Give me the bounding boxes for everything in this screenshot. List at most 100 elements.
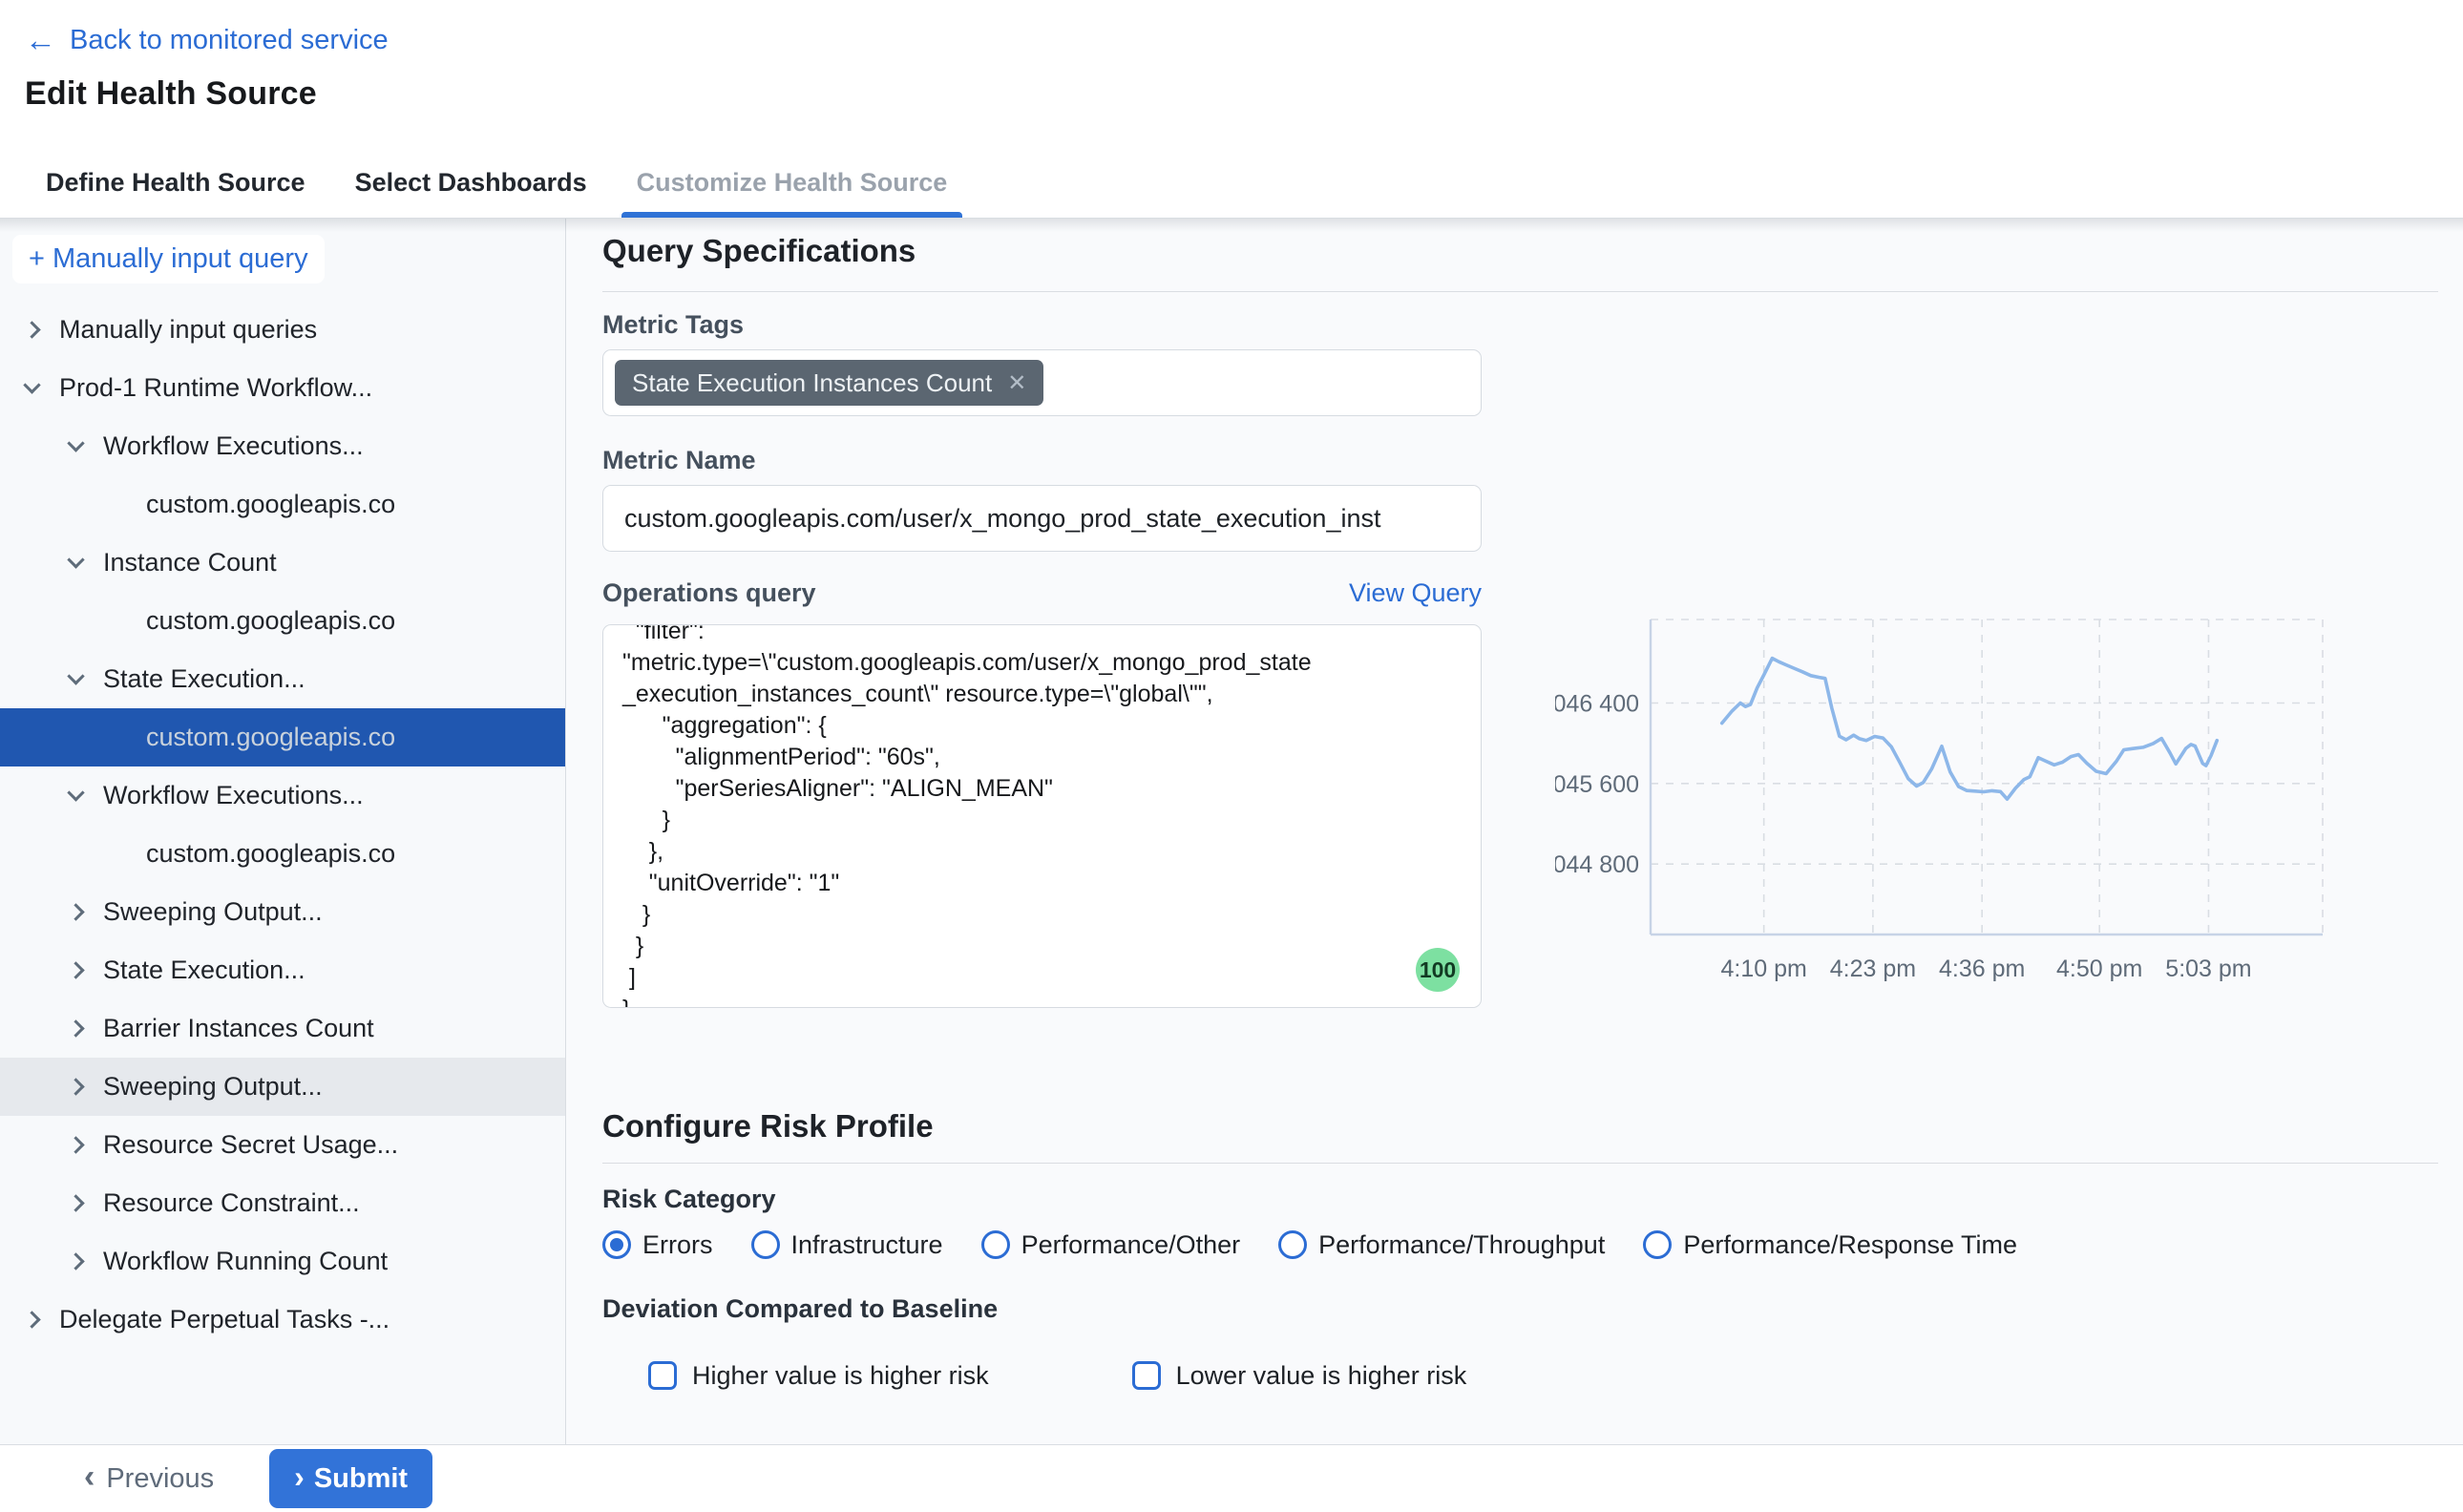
tree-item[interactable]: Sweeping Output...	[0, 1058, 565, 1116]
risk-category-option[interactable]: Performance/Other	[981, 1230, 1241, 1260]
page-title: Edit Health Source	[25, 75, 2463, 113]
tree-item[interactable]: Manually input queries	[0, 301, 565, 359]
metric-tags-label: Metric Tags	[602, 311, 2438, 338]
chip-remove-icon[interactable]: ✕	[1007, 369, 1026, 397]
configure-risk-profile-title: Configure Risk Profile	[602, 1107, 2438, 1145]
operations-query-row: Operations query View Query	[602, 578, 1482, 611]
radio-icon[interactable]	[981, 1230, 1010, 1259]
query-specifications-title: Query Specifications	[602, 232, 2438, 270]
tree-item-label: custom.googleapis.co	[146, 606, 395, 636]
tree-item[interactable]: Delegate Perpetual Tasks -...	[0, 1291, 565, 1349]
submit-button[interactable]: › Submit	[269, 1449, 432, 1508]
tree-item-label: Manually input queries	[59, 315, 317, 345]
tree-item[interactable]: Workflow Executions...	[0, 766, 565, 825]
tree-item[interactable]: Prod-1 Runtime Workflow...	[0, 359, 565, 417]
tree-item[interactable]: Instance Count	[0, 534, 565, 592]
operations-query-text: "filter": "metric.type=\"custom.googleap…	[622, 624, 1462, 1008]
chevron-right-icon[interactable]	[67, 1019, 84, 1037]
tree-item-label: Prod-1 Runtime Workflow...	[59, 373, 372, 403]
radio-label: Infrastructure	[791, 1230, 943, 1260]
tree-item[interactable]: Barrier Instances Count	[0, 999, 565, 1058]
deviation-checkbox[interactable]: Higher value is higher risk	[648, 1361, 989, 1391]
tree-item[interactable]: State Execution...	[0, 650, 565, 708]
chevron-down-icon[interactable]	[67, 667, 84, 684]
tree-item-label: Delegate Perpetual Tasks -...	[59, 1305, 389, 1334]
chevron-right-icon[interactable]	[67, 1136, 84, 1153]
view-query-link[interactable]: View Query	[1349, 578, 1482, 608]
footer-bar: ‹ Previous › Submit	[0, 1444, 2463, 1512]
metric-tag-chip[interactable]: State Execution Instances Count ✕	[615, 360, 1043, 406]
chevron-right-icon[interactable]	[67, 1252, 84, 1270]
chevron-right-icon[interactable]	[23, 321, 40, 338]
deviation-baseline-label: Deviation Compared to Baseline	[602, 1294, 2438, 1324]
tree-item-label: Instance Count	[103, 548, 277, 578]
tab-customize-health-source[interactable]: Customize Health Source	[637, 148, 948, 218]
chevron-right-icon[interactable]	[67, 1194, 84, 1211]
chevron-down-icon[interactable]	[23, 376, 40, 393]
radio-label: Performance/Response Time	[1683, 1230, 2017, 1260]
metric-name-input[interactable]: custom.googleapis.com/user/x_mongo_prod_…	[602, 485, 1482, 552]
chevron-right-icon[interactable]	[67, 903, 84, 920]
back-link[interactable]: ← Back to monitored service	[25, 25, 389, 56]
chevron-left-icon: ‹	[84, 1460, 95, 1493]
tree-item[interactable]: State Execution...	[0, 941, 565, 999]
query-score-badge: 100	[1416, 948, 1460, 992]
tree-item[interactable]: custom.googleapis.co	[0, 592, 565, 650]
tree-item[interactable]: Sweeping Output...	[0, 883, 565, 941]
checkbox-icon[interactable]	[1132, 1361, 1161, 1390]
radio-icon[interactable]	[1278, 1230, 1307, 1259]
svg-text:36 045 600: 36 045 600	[1555, 771, 1639, 798]
operations-query-editor[interactable]: "filter": "metric.type=\"custom.googleap…	[602, 624, 1482, 1008]
metric-preview-chart: 36 046 40036 045 60036 044 8004:10 pm4:2…	[1555, 610, 2338, 992]
tree-item-label: custom.googleapis.co	[146, 839, 395, 869]
tree-item[interactable]: Workflow Executions...	[0, 417, 565, 475]
svg-text:36 044 800: 36 044 800	[1555, 851, 1639, 878]
chevron-down-icon[interactable]	[67, 551, 84, 568]
checkbox-label: Lower value is higher risk	[1176, 1361, 1467, 1391]
tree-item[interactable]: Workflow Running Count	[0, 1232, 565, 1291]
radio-icon[interactable]	[1643, 1230, 1672, 1259]
content-area: + Manually input query Manually input qu…	[0, 219, 2463, 1444]
chevron-right-icon[interactable]	[67, 1078, 84, 1095]
tree-item-label: Workflow Executions...	[103, 781, 364, 810]
risk-category-option[interactable]: Performance/Throughput	[1278, 1230, 1605, 1260]
risk-category-option[interactable]: Infrastructure	[751, 1230, 943, 1260]
back-arrow-icon: ←	[25, 24, 56, 55]
chevron-down-icon[interactable]	[67, 434, 84, 452]
tree-item[interactable]: custom.googleapis.co	[0, 825, 565, 883]
previous-button[interactable]: ‹ Previous	[84, 1462, 214, 1495]
chevron-down-icon[interactable]	[67, 784, 84, 801]
query-tree-sidebar: + Manually input query Manually input qu…	[0, 219, 566, 1444]
risk-category-radio-group: Errors Infrastructure Performance/Other Per…	[602, 1228, 2438, 1262]
tree-item-label: State Execution...	[103, 664, 305, 694]
main-panel: Query Specifications Metric Tags State E…	[566, 219, 2463, 1444]
add-manual-query-link[interactable]: + Manually input query	[12, 235, 325, 284]
tree-item-label: State Execution...	[103, 956, 305, 985]
risk-category-label: Risk Category	[602, 1185, 2438, 1214]
metric-name-label: Metric Name	[602, 447, 2438, 473]
query-tree: Manually input queries Prod-1 Runtime Wor…	[0, 301, 565, 1349]
metric-tag-chip-label: State Execution Instances Count	[632, 368, 992, 398]
risk-category-option[interactable]: Errors	[602, 1230, 713, 1260]
risk-category-option[interactable]: Performance/Response Time	[1643, 1230, 2017, 1260]
tree-item-label: Workflow Running Count	[103, 1247, 388, 1276]
tree-item[interactable]: custom.googleapis.co	[0, 708, 565, 766]
radio-selected-icon[interactable]	[602, 1230, 631, 1259]
tree-item[interactable]: Resource Constraint...	[0, 1174, 565, 1232]
radio-icon[interactable]	[751, 1230, 780, 1259]
tab-select-dashboards[interactable]: Select Dashboards	[355, 148, 587, 218]
tree-item-label: Resource Constraint...	[103, 1188, 360, 1218]
tree-item-label: Resource Secret Usage...	[103, 1130, 398, 1160]
deviation-checkbox[interactable]: Lower value is higher risk	[1132, 1361, 1467, 1391]
tree-item[interactable]: custom.googleapis.co	[0, 475, 565, 534]
deviation-checkbox-group: Higher value is higher risk Lower value i…	[648, 1358, 2438, 1393]
previous-button-label: Previous	[106, 1463, 214, 1495]
tree-item[interactable]: Resource Secret Usage...	[0, 1116, 565, 1174]
tab-define-health-source[interactable]: Define Health Source	[46, 148, 305, 218]
tree-item-label: Sweeping Output...	[103, 897, 323, 927]
checkbox-icon[interactable]	[648, 1361, 677, 1390]
metric-tags-input[interactable]: State Execution Instances Count ✕	[602, 349, 1482, 416]
section-divider	[602, 1163, 2438, 1164]
chevron-right-icon[interactable]	[23, 1311, 40, 1328]
chevron-right-icon[interactable]	[67, 961, 84, 978]
